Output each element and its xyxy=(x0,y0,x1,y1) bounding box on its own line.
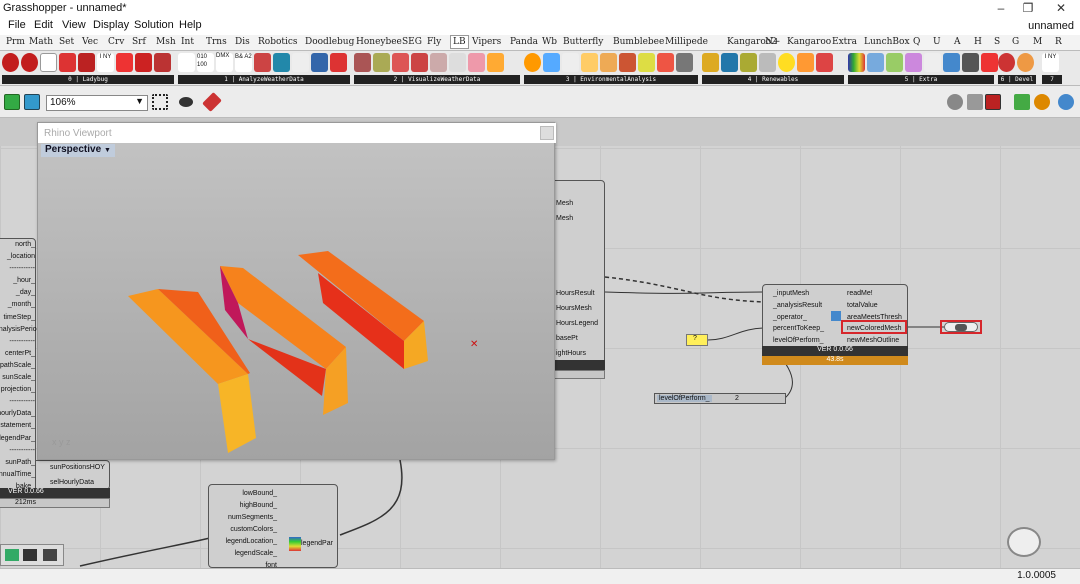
input-location[interactable]: _location xyxy=(0,251,35,263)
highlight-output xyxy=(841,320,907,334)
input-num-segments[interactable]: numSegments_ xyxy=(226,512,277,524)
output-blank[interactable] xyxy=(556,241,598,256)
input-high-bound[interactable]: highBound_ xyxy=(226,500,277,512)
wire-legend xyxy=(339,459,403,536)
version-label: 1.0.0005 xyxy=(1017,570,1056,581)
viewport-mode-label[interactable]: Perspective ▼ xyxy=(41,144,115,157)
input-north[interactable]: north_ xyxy=(0,239,35,251)
threshold-outputs: readMe! totalValue areaMeetsThresh newCo… xyxy=(847,288,902,347)
input-hour[interactable]: _hour_ xyxy=(0,275,35,287)
threshold-icon xyxy=(831,311,841,321)
legend-icon xyxy=(289,537,301,551)
input-center-pt[interactable]: centerPt_ xyxy=(0,348,35,360)
chevron-down-icon: ▼ xyxy=(103,147,111,154)
status-bar: 1.0.0005 xyxy=(0,568,1080,584)
output-blank[interactable] xyxy=(556,271,598,286)
wire-bottom xyxy=(79,537,211,567)
mini-toolbar xyxy=(0,544,64,566)
input-operator[interactable]: _operator_ xyxy=(773,312,824,324)
output-mesh[interactable]: Mesh xyxy=(556,211,598,226)
wire-analysis-result xyxy=(604,276,766,303)
output-hours-result[interactable]: HoursResult xyxy=(556,286,598,301)
legend-parameters-component[interactable]: lowBound_ highBound_ numSegments_ custom… xyxy=(208,484,338,569)
viewport-scene: ✕ x y z xyxy=(52,251,478,453)
output-base-pt[interactable]: basePt xyxy=(556,331,598,346)
viewport-title: Rhino Viewport xyxy=(44,128,112,139)
input-sun-scale[interactable]: sunScale_ xyxy=(0,372,35,384)
output-readme[interactable]: readMe! xyxy=(847,288,902,300)
wire-percent xyxy=(707,327,766,341)
output-hours-mesh[interactable]: HoursMesh xyxy=(556,301,598,316)
viewport-close-button[interactable] xyxy=(540,126,554,140)
threshold-time: 43.8s xyxy=(762,356,908,365)
viewport-canvas[interactable]: ✕ x y z xyxy=(38,143,554,459)
separator: ----------- xyxy=(9,446,35,454)
input-month[interactable]: _month_ xyxy=(0,299,35,311)
input-custom-colors[interactable]: customColors_ xyxy=(226,524,277,536)
output-sel-hourly-data[interactable]: selHourlyData xyxy=(50,479,94,486)
output-blank[interactable] xyxy=(556,226,598,241)
output-mesh[interactable]: Mesh xyxy=(556,196,598,211)
sunpath-inputs: north_ _location ----------- _hour_ _day… xyxy=(0,239,44,493)
threshold-version: VER 0.0.66 xyxy=(762,346,908,356)
legend-inputs: lowBound_ highBound_ numSegments_ custom… xyxy=(226,488,277,572)
mesh-strip xyxy=(218,374,256,453)
input-legend-scale[interactable]: legendScale_ xyxy=(226,548,277,560)
wire-input-mesh xyxy=(604,291,766,294)
rhino-viewport-window[interactable]: Rhino Viewport ✕ x y z Perspective ▼ xyxy=(37,122,556,460)
input-input-mesh[interactable]: _inputMesh xyxy=(773,288,824,300)
input-hourly-data[interactable]: hourlyData_ xyxy=(0,408,35,420)
input-analysis-result[interactable]: _analysisResult xyxy=(773,300,824,312)
input-percent-to-keep[interactable]: percentToKeep_ xyxy=(773,323,824,335)
output-total-value[interactable]: totalValue xyxy=(847,300,902,312)
sunpath-version: VER 0.0.66 xyxy=(0,488,110,498)
input-projection[interactable]: projection_ xyxy=(0,384,35,396)
separator: ----------- xyxy=(9,398,35,406)
input-timestep[interactable]: timeStep_ xyxy=(0,312,35,324)
slider-value: 2 xyxy=(735,395,739,402)
slider-label: levelOfPerform_ xyxy=(657,395,712,402)
separator: ----------- xyxy=(9,265,35,273)
panel[interactable]: ? xyxy=(686,334,708,346)
level-of-perform-slider[interactable]: levelOfPerform_ 2 xyxy=(654,393,786,404)
sunpath-component[interactable]: north_ _location ----------- _hour_ _day… xyxy=(0,238,44,500)
viewport-title-bar: Rhino Viewport xyxy=(38,123,556,143)
output-hours-legend[interactable]: HoursLegend xyxy=(556,316,598,331)
threshold-inputs: _inputMesh _analysisResult _operator_ pe… xyxy=(773,288,824,347)
navigation-compass-icon[interactable] xyxy=(1007,527,1041,557)
sunlight-hours-outputs: Mesh Mesh HoursResult HoursMesh HoursLeg… xyxy=(556,196,598,376)
export-icon[interactable] xyxy=(23,549,37,561)
output-sight-hours[interactable]: ightHours xyxy=(556,346,598,361)
output-sun-positions-hoy[interactable]: sunPositionsHOY xyxy=(50,464,105,471)
input-annual-time[interactable]: annualTime_ xyxy=(0,469,35,481)
input-legend-location[interactable]: legendLocation_ xyxy=(226,536,277,548)
mesh-param-icon xyxy=(955,324,967,331)
input-sun-path[interactable]: sunPath_ xyxy=(0,457,35,469)
sunpath-outputs: sunPositionsHOY selHourlyData xyxy=(36,460,110,490)
input-path-scale[interactable]: pathScale_ xyxy=(0,360,35,372)
input-statement[interactable]: statement_ xyxy=(0,420,35,432)
input-day[interactable]: _day_ xyxy=(0,287,35,299)
input-legend-par[interactable]: legendPar_ xyxy=(0,433,35,445)
input-analysis-period[interactable]: analysisPeriod_ xyxy=(0,324,44,336)
separator: ----------- xyxy=(9,337,35,345)
target-marker: ✕ xyxy=(470,339,478,350)
chart-icon[interactable] xyxy=(5,549,19,561)
sunpath-time: 212ms xyxy=(0,498,110,508)
axis-gizmo: x y z xyxy=(52,437,71,447)
mesh-threshold-selector-component[interactable]: _inputMesh _analysisResult _operator_ pe… xyxy=(762,284,908,354)
output-blank[interactable] xyxy=(556,256,598,271)
viewport-mode: Perspective xyxy=(45,144,102,155)
input-low-bound[interactable]: lowBound_ xyxy=(226,488,277,500)
save-icon[interactable] xyxy=(43,549,57,561)
output-legend-par[interactable]: legendPar xyxy=(301,540,333,547)
mesh-param-node[interactable] xyxy=(944,322,978,332)
